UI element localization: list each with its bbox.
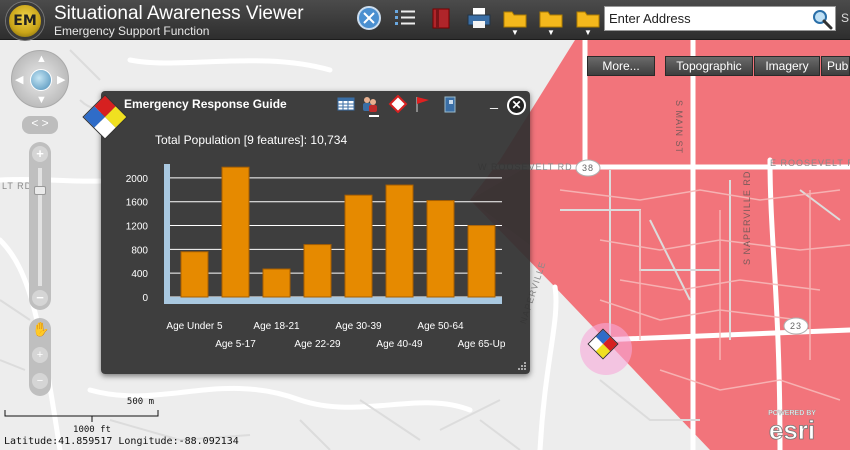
basemap-public-button[interactable]: Pub (821, 56, 850, 76)
book-icon (432, 8, 450, 29)
pan-control[interactable]: ▲ ▼ ◀ ▶ (11, 50, 69, 108)
zoom-slider[interactable]: + − (29, 142, 51, 310)
zoom-out-tool-button[interactable]: − (32, 373, 48, 389)
globe-icon[interactable] (30, 69, 52, 91)
layer-list-button[interactable] (392, 5, 418, 31)
pan-tool-button[interactable]: ✋ (32, 321, 50, 337)
y-tick-label: 800 (131, 245, 148, 256)
route-23-label: 23 (790, 321, 803, 331)
y-tick-label: 2000 (126, 174, 149, 185)
nav-tools: ✋ + − (29, 318, 51, 396)
x-tick-label: Age 30-39 (335, 321, 382, 332)
zoom-out-icon: − (36, 375, 44, 387)
pan-up-icon[interactable]: ▲ (36, 53, 47, 65)
road-label-s-main: S MAIN ST (674, 100, 684, 155)
population-bar-chart: 0 400 800 1200 1600 2000 Age Under 5 Age 5-17 Ag… (126, 164, 506, 350)
y-tick-label: 400 (131, 269, 148, 280)
app-header: EM Situational Awareness Viewer Emergenc… (0, 0, 850, 40)
more-basemaps-button[interactable]: More... (587, 56, 655, 76)
bar-age-22-29 (303, 244, 332, 298)
pan-down-icon[interactable]: ▼ (36, 94, 47, 106)
app-title: Situational Awareness Viewer (54, 3, 304, 24)
folder-icon (539, 11, 563, 28)
scale-metric-label: 500 m (127, 397, 154, 407)
road-label-s-naperville: S NAPERVILLE RD (742, 170, 752, 265)
y-tick-label: 1200 (126, 222, 149, 233)
x-tick-label: Age 40-49 (376, 339, 423, 350)
chevron-down-icon: ▼ (547, 28, 555, 37)
zoom-out-button[interactable]: − (32, 290, 48, 306)
header-overflow-text: S (841, 11, 850, 25)
list-icon (395, 10, 415, 25)
x-tick-label: Age 65-Up (458, 339, 506, 350)
print-button[interactable] (466, 5, 492, 31)
basemap-imagery-button[interactable]: Imagery (754, 56, 820, 76)
app-subtitle: Emergency Support Function (54, 24, 210, 38)
pan-right-icon[interactable]: ▶ (57, 73, 65, 86)
zoom-in-icon: + (36, 349, 44, 361)
y-tick-label: 1600 (126, 198, 149, 209)
folder-icon (576, 11, 600, 28)
zoom-slider-handle[interactable] (34, 186, 46, 195)
measure-icon (357, 6, 381, 30)
x-tick-label: Age 22-29 (294, 339, 341, 350)
search-icon (813, 10, 833, 30)
route-38-label: 38 (582, 163, 595, 173)
scale-bar-lines: 500 m 1000 ft (4, 397, 159, 435)
bar-age-40-49 (385, 184, 414, 298)
y-axis (164, 164, 170, 303)
road-label-left: LT RD (2, 181, 33, 191)
x-tick-label: Age 5-17 (215, 339, 256, 350)
printer-icon (467, 8, 491, 28)
address-search-input[interactable] (609, 9, 809, 28)
folder-button-3[interactable]: ▼ (575, 5, 601, 37)
esri-logo[interactable]: POWERED BY esri (760, 408, 824, 446)
measure-tool-button[interactable] (356, 5, 382, 31)
x-tick-label: Age Under 5 (166, 321, 223, 332)
app-logo: EM (6, 2, 44, 40)
hand-icon: ✋ (32, 321, 50, 337)
scale-imperial-label: 1000 ft (73, 425, 111, 433)
folder-button-1[interactable]: ▼ (502, 5, 528, 37)
bar-age-65-up (467, 225, 496, 298)
coordinate-readout: Latitude:41.859517 Longitude:-88.092134 (4, 436, 239, 447)
pan-left-icon[interactable]: ◀ (15, 73, 23, 86)
bar-age-50-64 (426, 200, 455, 298)
logo-text: EM (13, 13, 37, 29)
zoom-in-tool-button[interactable]: + (32, 347, 48, 363)
x-axis (164, 297, 502, 304)
x-tick-label: Age 50-64 (417, 321, 464, 332)
bar-age-under-5 (180, 251, 209, 298)
basemap-topographic-button[interactable]: Topographic (665, 56, 753, 76)
search-button[interactable] (811, 8, 833, 30)
chevron-down-icon: ▼ (584, 28, 592, 37)
resize-grip-icon[interactable] (518, 362, 527, 371)
emergency-response-guide-panel: Emergency Response Guide _ ✕ Total Popul… (82, 91, 530, 374)
rotate-control[interactable]: < > (22, 116, 58, 134)
zoom-in-button[interactable]: + (32, 146, 48, 162)
chevron-down-icon: ▼ (511, 28, 519, 37)
esri-wordmark: esri (769, 415, 815, 442)
scale-bar: 500 m 1000 ft (4, 393, 164, 435)
bar-age-18-21 (262, 268, 291, 298)
x-tick-label: Age 18-21 (253, 321, 300, 332)
road-label-e-roosevelt: E ROOSEVELT RD (770, 158, 850, 168)
bookmarks-button[interactable] (428, 5, 454, 31)
address-search-box (604, 6, 836, 31)
bar-age-30-39 (344, 194, 373, 298)
y-tick-label: 0 (142, 293, 148, 304)
bar-age-5-17 (221, 166, 250, 298)
folder-button-2[interactable]: ▼ (538, 5, 564, 37)
folder-icon (503, 11, 527, 28)
